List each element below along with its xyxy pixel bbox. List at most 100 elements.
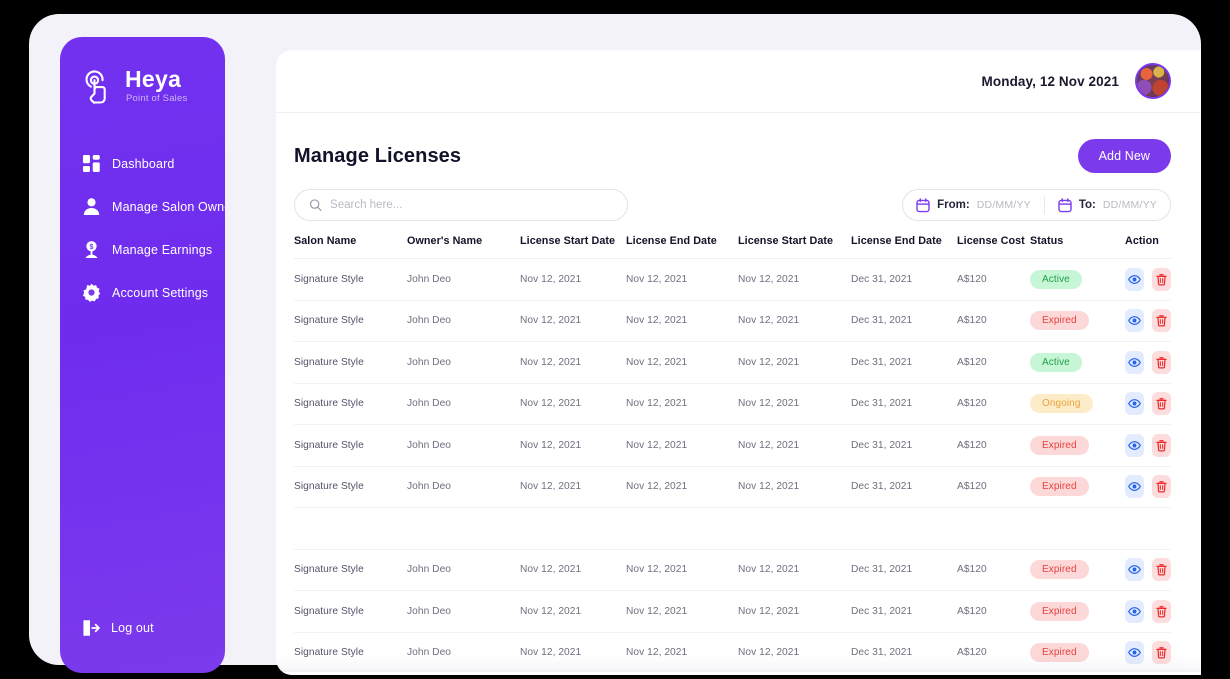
table-row[interactable]: Signature Style John Deo Nov 12, 2021 Nov 1… [294, 383, 1171, 425]
column-header-license-cost: License Cost [957, 235, 1025, 247]
search-icon [309, 199, 322, 212]
table-row[interactable]: Signature Style John Deo Nov 12, 2021 Nov 1… [294, 259, 1171, 301]
main-panel: Monday, 12 Nov 2021 Manage Licenses Add … [276, 50, 1201, 675]
table-row[interactable]: Signature Style John Deo Nov 12, 2021 Nov 1… [294, 632, 1171, 674]
cell-license-cost: A$120 [957, 398, 987, 410]
cell-salon-name: Signature Style [294, 439, 364, 451]
date-from-value: DD/MM/YY [976, 199, 1031, 211]
sidebar-item-manage-salon-owner[interactable]: Manage Salon Owner [60, 190, 225, 223]
date-to-label: To: [1078, 199, 1096, 211]
eye-icon [1128, 648, 1141, 658]
status-badge: Active [1030, 352, 1082, 372]
delete-button[interactable] [1152, 350, 1171, 374]
view-button[interactable] [1125, 309, 1144, 333]
trash-icon [1156, 273, 1167, 286]
cell-license-start-2: Nov 12, 2021 [738, 315, 800, 327]
date-from-label: From: [937, 199, 970, 211]
cell-license-end-2: Dec 31, 2021 [851, 398, 913, 410]
date-from-segment[interactable]: From: DD/MM/YY [903, 197, 1044, 213]
cell-license-end-2: Dec 31, 2021 [851, 647, 913, 659]
cell-salon-name: Signature Style [294, 315, 364, 327]
cell-owners-name: John Deo [407, 564, 452, 576]
delete-button[interactable] [1152, 641, 1171, 665]
view-button[interactable] [1125, 350, 1144, 374]
view-button[interactable] [1125, 392, 1144, 416]
cell-license-start-1: Nov 12, 2021 [520, 356, 582, 368]
cell-license-end-2: Dec 31, 2021 [851, 481, 913, 493]
sidebar-item-account-settings[interactable]: Account Settings [60, 276, 225, 309]
view-button[interactable] [1125, 641, 1144, 665]
logout-icon [83, 620, 100, 636]
table-row[interactable]: Signature Style John Deo Nov 12, 2021 Nov 1… [294, 300, 1171, 342]
cell-action [1125, 259, 1171, 301]
sidebar-item-manage-earnings[interactable]: $ Manage Earnings [60, 233, 225, 266]
column-header-license-start-1: License Start Date [520, 235, 616, 247]
search-input[interactable] [330, 199, 613, 211]
cell-license-end-1: Nov 12, 2021 [626, 439, 688, 451]
eye-icon [1128, 606, 1141, 616]
delete-button[interactable] [1152, 558, 1171, 582]
sidebar-item-logout[interactable]: Log out [60, 619, 154, 637]
cell-action [1125, 425, 1171, 467]
status-badge: Ongoing [1030, 394, 1093, 414]
cell-salon-name: Signature Style [294, 356, 364, 368]
logo-title: Heya [125, 66, 182, 93]
table-row-highlighted[interactable]: Signature Style John Deo Nov 12, 2021 No… [276, 672, 1201, 675]
delete-button[interactable] [1152, 309, 1171, 333]
delete-button[interactable] [1152, 599, 1171, 623]
cell-license-cost: A$120 [957, 273, 987, 285]
cell-license-start-2: Nov 12, 2021 [738, 647, 800, 659]
current-date: Monday, 12 Nov 2021 [981, 73, 1119, 89]
svg-text:$: $ [90, 244, 94, 251]
licenses-table: Salon Name Owner's Name License Start Da… [294, 235, 1171, 674]
eye-icon [1128, 274, 1141, 284]
cell-owners-name: John Deo [407, 398, 452, 410]
date-to-segment[interactable]: To: DD/MM/YY [1045, 197, 1170, 213]
delete-button[interactable] [1152, 392, 1171, 416]
view-button[interactable] [1125, 267, 1144, 291]
status-badge: Expired [1030, 435, 1089, 455]
avatar[interactable] [1135, 63, 1171, 99]
cell-license-end-2: Dec 31, 2021 [851, 439, 913, 451]
sidebar-item-dashboard[interactable]: Dashboard [60, 147, 225, 180]
sidebar-item-label: Dashboard [112, 156, 175, 171]
cell-salon-name: Signature Style [294, 605, 364, 617]
sidebar-item-label: Manage Salon Owner [112, 199, 225, 214]
add-new-button[interactable]: Add New [1077, 139, 1171, 173]
column-header-status: Status [1030, 235, 1064, 247]
view-button[interactable] [1125, 599, 1144, 623]
delete-button[interactable] [1152, 267, 1171, 291]
cell-license-cost: A$120 [957, 481, 987, 493]
cell-owners-name: John Deo [407, 356, 452, 368]
column-header-license-end-2: License End Date [851, 235, 942, 247]
delete-button[interactable] [1152, 433, 1171, 457]
cell-action [1125, 549, 1171, 591]
table-row[interactable]: Signature Style John Deo Nov 12, 2021 Nov 1… [294, 466, 1171, 508]
eye-icon [1128, 440, 1141, 450]
cell-owners-name: John Deo [407, 439, 452, 451]
delete-button[interactable] [1152, 475, 1171, 499]
cell-license-start-1: Nov 12, 2021 [520, 481, 582, 493]
table-row[interactable]: Signature Style John Deo Nov 12, 2021 Nov 1… [294, 549, 1171, 591]
status-badge: Expired [1030, 477, 1089, 497]
view-button[interactable] [1125, 558, 1144, 582]
cell-license-start-1: Nov 12, 2021 [520, 605, 582, 617]
column-header-owners-name: Owner's Name [407, 235, 483, 247]
cell-license-start-1: Nov 12, 2021 [520, 564, 582, 576]
cell-license-cost: A$120 [957, 356, 987, 368]
logout-label: Log out [111, 621, 154, 635]
view-button[interactable] [1125, 475, 1144, 499]
trash-icon [1156, 647, 1167, 659]
view-button[interactable] [1125, 433, 1144, 457]
date-to-value: DD/MM/YY [1102, 199, 1157, 211]
cell-action [1125, 466, 1171, 508]
cell-salon-name: Signature Style [294, 398, 364, 410]
search-box[interactable] [294, 189, 628, 221]
trash-icon [1156, 315, 1167, 327]
table-row[interactable]: Signature Style John Deo Nov 12, 2021 Nov 1… [294, 591, 1171, 632]
table-row[interactable]: Signature Style John Deo Nov 12, 2021 Nov 1… [294, 342, 1171, 384]
cell-status: Expired [1030, 425, 1125, 467]
table-row[interactable]: Signature Style John Deo Nov 12, 2021 Nov 1… [294, 425, 1171, 467]
cell-action [1125, 342, 1171, 384]
dashboard-grid-icon [82, 154, 100, 173]
